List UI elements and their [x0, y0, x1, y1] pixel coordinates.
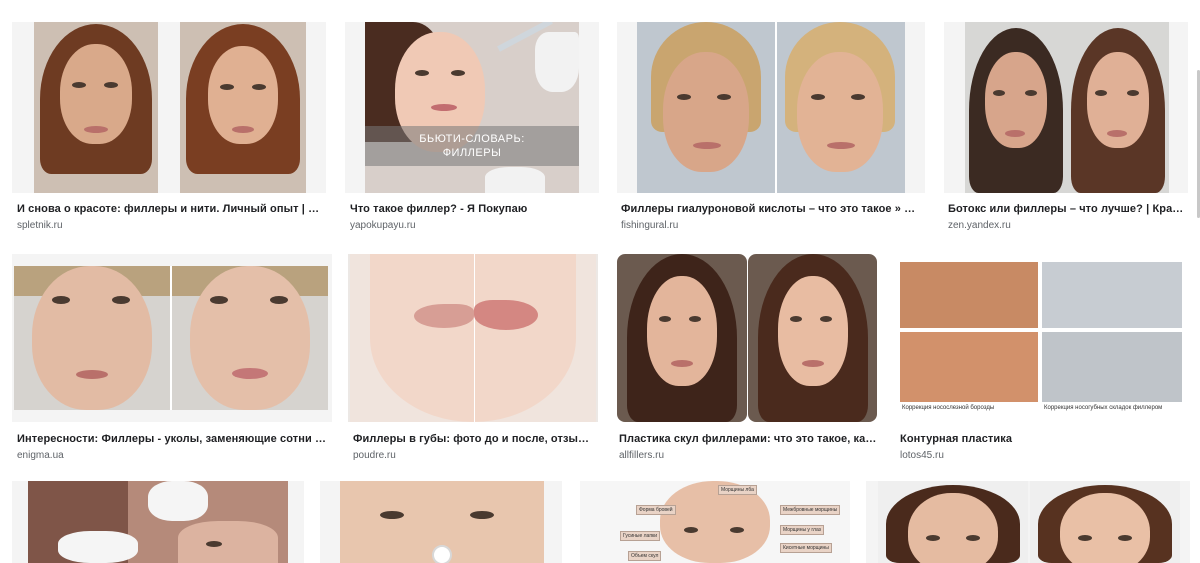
zone-tag: Кисетные морщины [780, 543, 832, 553]
result-source[interactable]: lotos45.ru [900, 450, 944, 461]
result-thumbnail[interactable] [12, 481, 304, 563]
result-thumbnail[interactable] [320, 481, 562, 563]
image-result-card[interactable]: БЬЮТИ-СЛОВАРЬ: ФИЛЛЕРЫ Что такое филлер?… [345, 22, 599, 237]
result-thumbnail[interactable] [348, 254, 598, 422]
result-thumbnail[interactable] [617, 22, 925, 193]
image-result-card[interactable]: Филлеры гиалуроновой кислоты – что это т… [617, 22, 925, 237]
sub-caption-right: Коррекция носогубных складок филлером [1044, 405, 1163, 411]
result-source[interactable]: enigma.ua [17, 450, 64, 461]
after-photo [777, 22, 905, 193]
divider-line [474, 254, 475, 422]
result-source[interactable]: allfillers.ru [619, 450, 664, 461]
result-thumbnail[interactable]: БЬЮТИ-СЛОВАРЬ: ФИЛЛЕРЫ [345, 22, 599, 193]
result-source[interactable]: zen.yandex.ru [948, 220, 1011, 231]
result-source[interactable]: poudre.ru [353, 450, 396, 461]
result-title[interactable]: И снова о красоте: филлеры и нити. Личны… [17, 203, 323, 215]
woman-injection-photo: БЬЮТИ-СЛОВАРЬ: ФИЛЛЕРЫ [365, 22, 579, 193]
result-source[interactable]: spletnik.ru [17, 220, 63, 231]
nasolabial-before-photo [1042, 262, 1182, 328]
zone-tag: Межбровные морщины [780, 505, 841, 515]
image-result-card[interactable]: Интересности: Филлеры - уколы, заменяющи… [12, 254, 332, 469]
image-result-card[interactable] [320, 481, 562, 563]
nasolabial-after-photo [1042, 332, 1182, 402]
result-thumbnail[interactable] [12, 22, 326, 193]
image-result-card[interactable] [866, 481, 1190, 563]
result-thumbnail[interactable] [615, 254, 879, 422]
after-photo [748, 254, 877, 422]
overlay-text: БЬЮТИ-СЛОВАРЬ: ФИЛЛЕРЫ [419, 133, 525, 159]
result-title[interactable]: Интересности: Филлеры - уколы, заменяющи… [17, 433, 329, 445]
after-photo [1067, 22, 1169, 193]
result-thumbnail[interactable] [12, 254, 332, 422]
zone-tag: Гусиные лапки [620, 531, 661, 541]
before-photo [878, 481, 1028, 563]
result-title[interactable]: Что такое филлер? - Я Покупаю [350, 203, 596, 215]
result-thumbnail[interactable]: Коррекция носослезной борозды Коррекция … [896, 254, 1190, 422]
zone-tag: Форма бровей [636, 505, 676, 515]
before-photo [637, 22, 775, 193]
result-source[interactable]: yapokupayu.ru [350, 220, 416, 231]
result-thumbnail[interactable] [866, 481, 1190, 563]
before-photo [617, 254, 747, 422]
lower-face [370, 254, 576, 422]
image-result-card[interactable]: Филлеры в губы: фото до и после, отзыв… … [348, 254, 598, 469]
before-photo [14, 266, 170, 410]
image-results-page: И снова о красоте: филлеры и нити. Личны… [0, 0, 1200, 563]
gloved-hand [148, 481, 208, 521]
result-title[interactable]: Контурная пластика [900, 433, 1186, 445]
result-title[interactable]: Ботокс или филлеры – что лучше? | Крас… [948, 203, 1184, 215]
before-photo [34, 22, 158, 193]
result-thumbnail[interactable] [944, 22, 1188, 193]
zone-tag: Объем скул [628, 551, 662, 561]
gloved-hand-bottom [58, 531, 138, 563]
zone-tag: Морщины у глаз [780, 525, 824, 535]
face-zones-diagram: Морщины лба Межбровные морщины Форма бро… [580, 481, 850, 563]
image-result-card[interactable]: Морщины лба Межбровные морщины Форма бро… [580, 481, 850, 563]
injection-photo [28, 481, 288, 563]
after-photo [1030, 481, 1180, 563]
zone-tag: Морщины лба [718, 485, 757, 495]
overlay-band: БЬЮТИ-СЛОВАРЬ: ФИЛЛЕРЫ [365, 126, 579, 166]
result-thumbnail[interactable]: Морщины лба Межбровные морщины Форма бро… [580, 481, 850, 563]
result-title[interactable]: Пластика скул филлерами: что это такое, … [619, 433, 877, 445]
result-source[interactable]: fishingural.ru [621, 220, 678, 231]
marker-dot [432, 545, 452, 563]
gloved-hand-bottom [485, 167, 545, 193]
after-photo [180, 22, 306, 193]
image-result-card[interactable] [12, 481, 304, 563]
image-result-card[interactable]: Ботокс или филлеры – что лучше? | Крас… … [944, 22, 1188, 237]
gloved-hand [535, 32, 579, 92]
lips-before-after-photo [350, 254, 596, 422]
image-result-card[interactable]: Коррекция носослезной борозды Коррекция … [896, 254, 1190, 469]
before-photo [965, 22, 1067, 193]
result-title[interactable]: Филлеры в губы: фото до и после, отзыв… [353, 433, 595, 445]
sub-caption-left: Коррекция носослезной борозды [902, 405, 995, 411]
nasolacrimal-before-photo [900, 262, 1038, 328]
nasolacrimal-after-photo [900, 332, 1038, 402]
image-result-card[interactable]: И снова о красоте: филлеры и нити. Личны… [12, 22, 326, 237]
after-photo [172, 266, 328, 410]
image-result-card[interactable]: Пластика скул филлерами: что это такое, … [615, 254, 879, 469]
eyes-photo [340, 481, 544, 563]
result-title[interactable]: Филлеры гиалуроновой кислоты – что это т… [621, 203, 921, 215]
